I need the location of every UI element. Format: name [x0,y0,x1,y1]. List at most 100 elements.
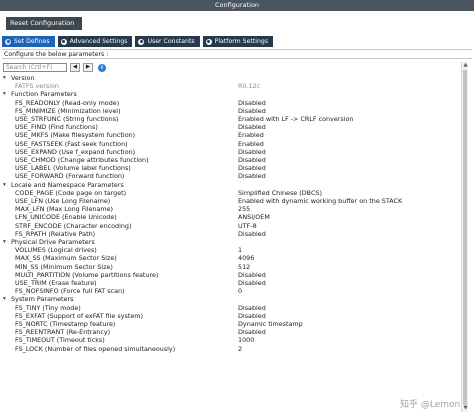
chevron-down-icon[interactable]: ▾ [3,295,6,303]
parameter-value[interactable]: Disabled [238,271,266,279]
tab-bar: Set Defines Advanced Settings User Const… [2,36,274,47]
scroll-up-icon[interactable]: ▲ [462,62,469,69]
parameter-value[interactable]: 0 [238,287,242,295]
parameter-row[interactable]: FS_RPATH (Relative Path) Disabled [2,230,458,238]
parameter-value[interactable]: Disabled [238,107,266,115]
category-row[interactable]: ▾ System Parameters [2,295,458,303]
parameter-value[interactable]: Disabled [238,123,266,131]
category-row[interactable]: ▾ Version [2,74,458,82]
parameter-value[interactable]: Disabled [238,172,266,180]
parameter-row[interactable]: FS_REENTRANT (Re-Entrancy) Disabled [2,328,458,336]
parameter-row[interactable]: FS_MINIMIZE (Minimization level) Disabled [2,107,458,115]
parameter-row[interactable]: MULTI_PARTITION (Volume partitions featu… [2,271,458,279]
parameter-row[interactable]: STRF_ENCODE (Character encoding) UTF-8 [2,222,458,230]
tab-platform-settings[interactable]: Platform Settings [202,36,274,47]
parameter-row[interactable]: USE_STRFUNC (String functions) Enabled wi… [2,115,458,123]
parameter-value[interactable]: Enabled [238,131,264,139]
window-title: Configuration [0,0,474,11]
parameter-row[interactable]: FS_LOCK (Number of files opened simultan… [2,345,458,353]
category-row[interactable]: ▾ Function Parameters [2,90,458,98]
parameter-row[interactable]: FS_NOFSINFO (Force full FAT scan) 0 [2,287,458,295]
search-next-button[interactable]: ▶ [83,63,93,72]
parameter-value[interactable]: 1 [238,246,242,254]
radio-dot-icon [60,38,67,45]
category-row[interactable]: ▾ Locale and Namespace Parameters [2,181,458,189]
category-label: Locale and Namespace Parameters [11,180,124,189]
parameter-value[interactable]: Enabled with dynamic working buffer on t… [238,197,402,205]
parameter-row[interactable]: MIN_SS (Minimum Sector Size) 512 [2,263,458,271]
tab-user-constants[interactable]: User Constants [135,36,200,47]
parameter-value[interactable]: Disabled [238,279,266,287]
search-prev-button[interactable]: ◀ [70,63,80,72]
parameter-name: USE_STRFUNC (String functions) [15,115,119,123]
parameter-row[interactable]: USE_CHMOD (Change attributes function) Di… [2,156,458,164]
tab-label: Advanced Settings [69,38,128,45]
category-label: Function Parameters [11,90,77,99]
parameter-row[interactable]: LFN_UNICODE (Enable Unicode) ANSI/OEM [2,213,458,221]
parameter-value[interactable]: UTF-8 [238,222,257,230]
parameter-value[interactable]: ANSI/OEM [238,213,270,221]
category-label: Physical Drive Parameters [11,238,95,246]
parameter-value[interactable]: Disabled [238,148,266,156]
tab-advanced-settings[interactable]: Advanced Settings [57,36,133,47]
parameter-row[interactable]: FS_EXFAT (Support of exFAT file system) D… [2,312,458,320]
parameter-value[interactable]: Dynamic timestamp [238,320,303,328]
parameter-row[interactable]: USE_LABEL (Volume label functions) Disabl… [2,164,458,172]
parameter-value[interactable]: Enabled with LF -> CRLF conversion [238,115,353,123]
parameter-row[interactable]: FS_TINY (Tiny mode) Disabled [2,304,458,312]
parameter-name: FS_EXFAT (Support of exFAT file system) [15,311,143,320]
reset-configuration-button[interactable]: Reset Configuration [6,17,82,30]
parameter-row[interactable]: USE_EXPAND (Use f_expand function) Disabl… [2,148,458,156]
tab-set-defines[interactable]: Set Defines [2,36,55,47]
parameter-row[interactable]: USE_FORWARD (Forward function) Disabled [2,172,458,180]
scroll-thumb[interactable] [463,70,467,405]
chevron-down-icon[interactable]: ▾ [3,238,6,246]
parameter-value[interactable]: Disabled [238,312,266,320]
parameter-row[interactable]: CODE_PAGE (Code page on target) Simplifie… [2,189,458,197]
parameter-row[interactable]: FS_NORTC (Timestamp feature) Dynamic time… [2,320,458,328]
parameter-value[interactable]: 512 [238,263,250,271]
parameter-row[interactable]: VOLUMES (Logical drives) 1 [2,246,458,254]
parameter-name: FS_READONLY (Read-only mode) [15,98,120,107]
parameter-row[interactable]: MAX_LFN (Max Long Filename) 255 [2,205,458,213]
parameter-row[interactable]: FS_TIMEOUT (Timeout ticks) 1000 [2,336,458,344]
parameter-row[interactable]: USE_MKFS (Make filesystem function) Enabl… [2,131,458,139]
parameter-value[interactable]: Simplified Chinese (DBCS) [238,189,322,197]
chevron-down-icon[interactable]: ▾ [3,181,6,189]
chevron-down-icon[interactable]: ▾ [3,90,6,98]
parameter-value[interactable]: 1000 [238,336,254,344]
parameter-value[interactable]: Disabled [238,328,266,336]
parameter-value[interactable]: Disabled [238,99,266,107]
scroll-down-icon[interactable]: ▼ [462,405,469,412]
parameter-value[interactable]: 2 [238,345,242,353]
vertical-scrollbar[interactable]: ▲ ▼ [461,62,468,412]
parameter-value[interactable]: 255 [238,205,250,213]
parameter-name: FS_NORTC (Timestamp feature) [15,320,116,328]
parameter-row[interactable]: FATFS version R0.12c [2,82,458,90]
parameter-row[interactable]: MAX_SS (Maximum Sector Size) 4096 [2,254,458,262]
parameter-row[interactable]: USE_FIND (Find functions) Disabled [2,123,458,131]
info-icon[interactable]: i [98,64,106,72]
parameter-name: USE_LFN (Use Long Filename) [15,197,111,205]
tab-label: User Constants [147,38,195,45]
parameter-name: FATFS version [15,82,59,91]
parameter-value[interactable]: Disabled [238,164,266,172]
parameter-name: STRF_ENCODE (Character encoding) [15,221,132,230]
parameter-value[interactable]: Disabled [238,230,266,238]
parameter-row[interactable]: USE_FASTSEEK (Fast seek function) Enabled [2,140,458,148]
category-row[interactable]: ▾ Physical Drive Parameters [2,238,458,246]
parameter-row[interactable]: USE_LFN (Use Long Filename) Enabled with … [2,197,458,205]
instruction-text: Configure the below parameters : [2,49,472,59]
parameter-name: MAX_LFN (Max Long Filename) [15,205,114,214]
parameter-row[interactable]: USE_TRIM (Erase feature) Disabled [2,279,458,287]
parameter-value[interactable]: Disabled [238,304,266,312]
parameter-value[interactable]: Disabled [238,156,266,164]
parameter-value[interactable]: 4096 [238,254,254,262]
parameter-value[interactable]: Enabled [238,140,264,148]
watermark: 知乎 @Lemon [400,400,461,410]
chevron-down-icon[interactable]: ▾ [3,74,6,82]
search-input[interactable]: Search (Crtl+F) [3,63,67,72]
parameter-name: USE_EXPAND (Use f_expand function) [15,147,136,156]
parameter-value[interactable]: R0.12c [238,82,260,90]
parameter-row[interactable]: FS_READONLY (Read-only mode) Disabled [2,99,458,107]
